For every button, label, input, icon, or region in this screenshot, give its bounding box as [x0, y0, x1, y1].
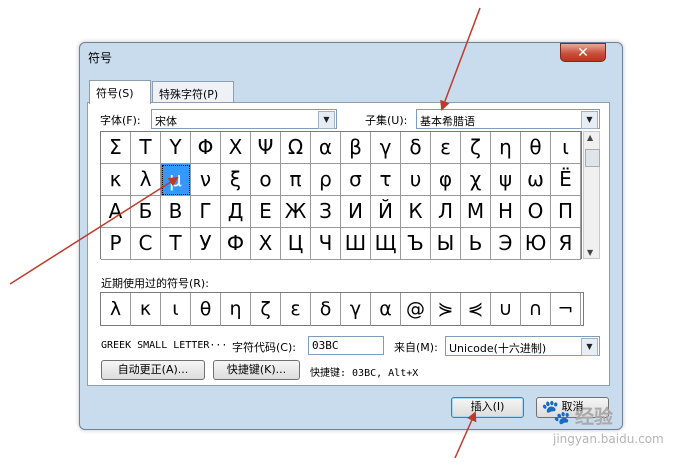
watermark: 🐾 经验 jingyan.baidu.com — [541, 398, 685, 458]
watermark-text: 经验 — [575, 406, 614, 428]
annotation-arrows — [9, 7, 481, 459]
paw-logo-icon: 🐾 — [541, 398, 571, 426]
arrow-to-insert-button — [454, 411, 477, 459]
tab-symbols-label: 符号(S) — [96, 87, 134, 100]
tab-symbols[interactable]: 符号(S) — [89, 80, 151, 104]
arrow-to-subset — [440, 7, 481, 111]
watermark-url: jingyan.baidu.com — [553, 432, 664, 446]
arrow-to-selected-symbol — [9, 176, 179, 285]
